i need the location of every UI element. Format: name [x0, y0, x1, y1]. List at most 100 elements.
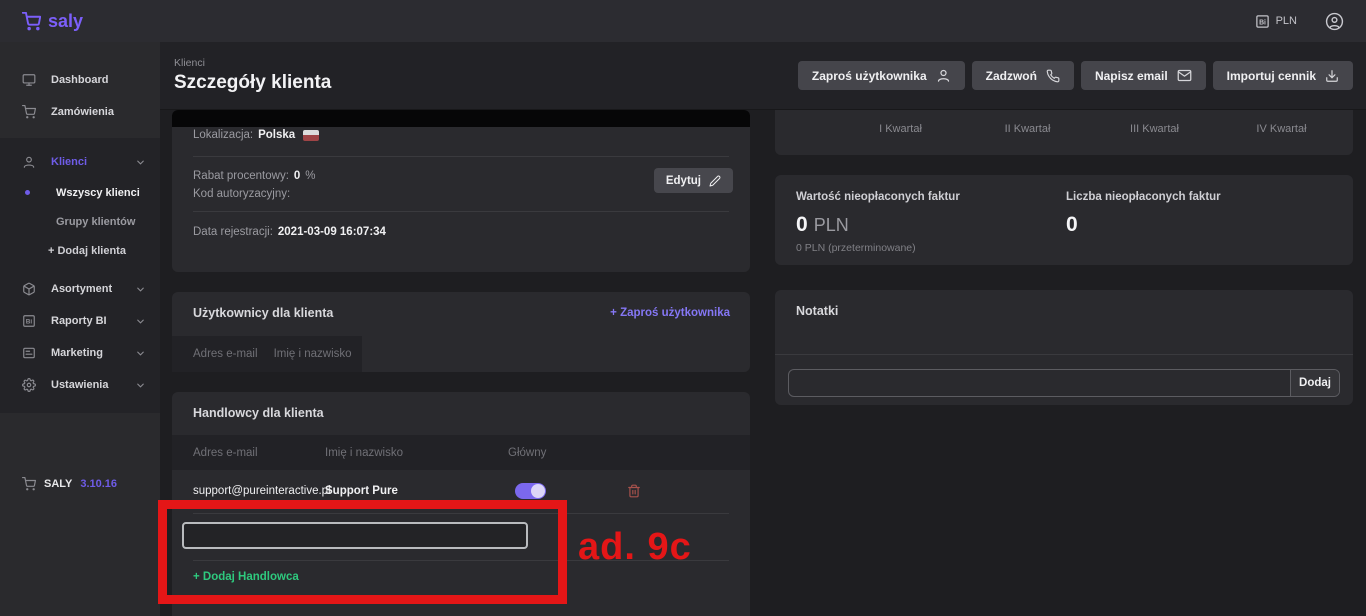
- sidebar-item-add-client[interactable]: + Dodaj klienta: [0, 236, 160, 265]
- sidebar-item-label: Ustawienia: [51, 379, 108, 391]
- write-email-label: Napisz email: [1095, 69, 1168, 83]
- column-email: Adres e-mail: [193, 348, 258, 360]
- sidebar-item-reports-bi[interactable]: Bi Raporty BI: [0, 305, 160, 337]
- call-button[interactable]: Zadzwoń: [972, 61, 1074, 90]
- board-icon: [22, 346, 37, 360]
- person-icon: [22, 155, 37, 169]
- chevron-down-icon: [135, 284, 146, 295]
- notes-card: Notatki Dodaj: [775, 290, 1353, 405]
- breadcrumb[interactable]: Klienci: [174, 57, 331, 69]
- monitor-icon: [22, 73, 37, 87]
- sidebar-item-label: Grupy klientów: [56, 216, 135, 228]
- overdue-note: 0 PLN (przeterminowane): [796, 242, 1066, 254]
- import-pricelist-label: Importuj cennik: [1227, 69, 1316, 83]
- sidebar-item-settings[interactable]: Ustawienia: [0, 369, 160, 401]
- column-q4: IV Kwartał: [1218, 123, 1345, 135]
- salesmen-card: Handlowcy dla klienta Adres e-mail Imię …: [172, 392, 750, 616]
- sidebar-item-label: Marketing: [51, 347, 103, 359]
- divider: [775, 354, 1353, 355]
- header-actions: Zaproś użytkownika Zadzwoń Napisz email …: [798, 61, 1353, 90]
- currency-icon: Bi: [1255, 14, 1270, 29]
- page-title: Szczegóły klienta: [174, 72, 331, 94]
- sidebar-item-orders[interactable]: Zamówienia: [0, 96, 160, 128]
- note-input-group: Dodaj: [788, 369, 1340, 397]
- add-note-button[interactable]: Dodaj: [1290, 370, 1339, 396]
- salesmen-table-header: Adres e-mail Imię i nazwisko Główny: [172, 435, 750, 470]
- sidebar-item-label: Dashboard: [51, 74, 108, 86]
- svg-text:Bi: Bi: [1259, 19, 1266, 26]
- sidebar-clients-group: Klienci Wszyscy klienci Grupy klientów +…: [0, 138, 160, 413]
- sidebar-item-dashboard[interactable]: Dashboard: [0, 64, 160, 96]
- cart-icon: [22, 105, 37, 119]
- divider: [193, 211, 729, 212]
- add-salesman-link[interactable]: + Dodaj Handlowca: [193, 571, 299, 583]
- discount-value: 0: [294, 170, 300, 182]
- poland-flag-icon: [303, 130, 319, 141]
- sidebar-item-marketing[interactable]: Marketing: [0, 337, 160, 369]
- main-toggle[interactable]: [515, 483, 546, 499]
- location-label: Lokalizacja:: [193, 129, 253, 141]
- location-value: Polska: [258, 129, 295, 141]
- svg-text:Bi: Bi: [26, 319, 33, 326]
- sidebar-item-label: Wszyscy klienci: [56, 187, 140, 199]
- note-input[interactable]: [789, 370, 1290, 396]
- notes-card-title: Notatki: [796, 304, 838, 318]
- main-area: Klienci Szczegóły klienta Zaproś użytkow…: [160, 42, 1366, 616]
- users-card-header: Użytkownicy dla klienta + Zaproś użytkow…: [172, 292, 750, 320]
- divider: [193, 156, 729, 157]
- location-row: Lokalizacja: Polska: [193, 129, 319, 141]
- download-icon: [1325, 69, 1339, 83]
- column-q2: II Kwartał: [964, 123, 1091, 135]
- salesmen-card-header: Handlowcy dla klienta: [172, 392, 750, 420]
- trash-icon[interactable]: [627, 484, 641, 498]
- call-label: Zadzwoń: [986, 69, 1037, 83]
- phone-icon: [1046, 69, 1060, 83]
- new-salesman-input[interactable]: [182, 522, 528, 549]
- sidebar-item-label: + Dodaj klienta: [48, 245, 126, 257]
- sidebar-item-label: Raporty BI: [51, 315, 107, 327]
- users-card-title: Użytkownicy dla klienta: [193, 306, 333, 320]
- chevron-down-icon: [135, 348, 146, 359]
- divider: [193, 560, 729, 561]
- bi-icon: Bi: [22, 314, 37, 328]
- divider: [193, 513, 729, 514]
- topbar-right: Bi PLN: [1255, 12, 1344, 31]
- sidebar: Dashboard Zamówienia Klienci Wszyscy kli…: [0, 42, 160, 616]
- sidebar-item-clients[interactable]: Klienci: [0, 146, 160, 178]
- invoices-grid: Wartość nieopłaconych faktur 0 PLN 0 PLN…: [775, 175, 1353, 254]
- package-icon: [22, 282, 37, 296]
- invite-user-label: Zaproś użytkownika: [812, 69, 927, 83]
- version-number: 3.10.16: [80, 478, 117, 490]
- unpaid-value-block: Wartość nieopłaconych faktur 0 PLN 0 PLN…: [796, 191, 1066, 254]
- invoices-card: Wartość nieopłaconych faktur 0 PLN 0 PLN…: [775, 175, 1353, 265]
- sidebar-item-client-groups[interactable]: Grupy klientów: [0, 207, 160, 236]
- sidebar-top-group: Dashboard Zamówienia: [0, 42, 160, 138]
- app-logo[interactable]: saly: [22, 11, 83, 32]
- invite-user-button[interactable]: Zaproś użytkownika: [798, 61, 965, 90]
- page-header-titles: Klienci Szczegóły klienta: [174, 57, 331, 94]
- currency-selector[interactable]: Bi PLN: [1255, 14, 1297, 29]
- amount-number: 0: [796, 213, 808, 237]
- sidebar-item-assortment[interactable]: Asortyment: [0, 273, 160, 305]
- content: Lokalizacja: Polska Rabat procentowy: 0 …: [160, 110, 1366, 616]
- sidebar-item-label: Asortyment: [51, 283, 112, 295]
- discount-label: Rabat procentowy:: [193, 170, 289, 182]
- unpaid-value-label: Wartość nieopłaconych faktur: [796, 191, 1066, 203]
- unpaid-count-label: Liczba nieopłaconych faktur: [1066, 191, 1221, 203]
- write-email-button[interactable]: Napisz email: [1081, 61, 1206, 90]
- profile-avatar-icon[interactable]: [1325, 12, 1344, 31]
- invite-user-link[interactable]: + Zaproś użytkownika: [610, 307, 730, 319]
- chevron-down-icon: [135, 316, 146, 327]
- sidebar-item-label: Zamówienia: [51, 106, 114, 118]
- edit-button[interactable]: Edytuj: [654, 168, 733, 193]
- app-name: SALY: [44, 478, 72, 490]
- salesman-email: support@pureinteractive.pl: [193, 485, 325, 497]
- gear-icon: [22, 378, 37, 392]
- import-pricelist-button[interactable]: Importuj cennik: [1213, 61, 1353, 90]
- column-name: Imię i nazwisko: [274, 348, 352, 360]
- envelope-icon: [1177, 68, 1192, 83]
- column-q1: I Kwartał: [837, 123, 964, 135]
- logo-text: saly: [48, 11, 83, 32]
- sidebar-item-all-clients[interactable]: Wszyscy klienci: [0, 178, 160, 207]
- pencil-icon: [709, 175, 721, 187]
